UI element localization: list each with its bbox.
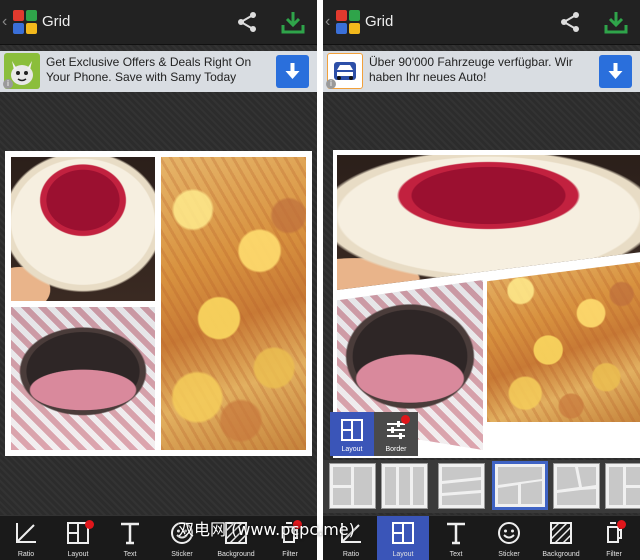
layout-thumbnail[interactable] [329,463,376,509]
tool-filter[interactable]: Filter [588,516,640,560]
right-screen: ‹ Grid i Über 90'000 Fahrzeuge verfügbar… [323,0,640,560]
layout-preview-icon [498,467,542,504]
photo-pineapple-pie[interactable] [161,157,306,450]
layout-thumbnail[interactable] [553,463,600,509]
grid-app-logo-icon [336,10,360,34]
tool-sticker[interactable]: Sticker [483,516,535,560]
layout-preview-icon [442,467,481,505]
layout-thumbnail-selected[interactable] [492,461,548,510]
ratio-icon [16,523,36,543]
layout-preview-icon [609,467,640,505]
watermark-text: 双电网 (www.pcpc.me) [178,520,355,539]
tool-layout-label: Layout [392,551,414,558]
ad-text: Über 90'000 Fahrzeuge verfügbar. Wir hab… [369,55,573,84]
text-icon [121,522,139,545]
ad-text: Get Exclusive Offers & Deals Right On Yo… [46,55,252,84]
app-title: Grid [42,13,71,30]
tool-layout[interactable]: Layout [377,516,429,560]
photo-cookie-jam[interactable] [11,157,155,301]
collage-canvas [5,151,312,456]
photo-pineapple-pie[interactable] [487,262,640,422]
layout-thumbnail-strip [323,460,640,513]
tool-background[interactable]: Background [535,516,587,560]
ad-info-icon[interactable]: i [3,79,13,89]
tool-layout-label: Layout [67,551,89,558]
tool-filter-label: Filter [606,551,622,558]
download-arrow-icon [608,63,623,79]
ad-banner[interactable]: i Über 90'000 Fahrzeuge verfügbar. Wir h… [323,51,640,92]
photo-chocolate-cake[interactable] [11,307,155,450]
sticker-icon [498,522,520,544]
download-icon[interactable] [603,9,629,35]
download-icon[interactable] [280,9,306,35]
bottom-toolbar: Ratio Layout Text Sticker Background Fil… [323,515,640,560]
tool-layout[interactable]: Layout [52,516,104,560]
app-title: Grid [365,13,394,30]
layout-icon [341,419,363,441]
tool-filter-label: Filter [282,551,298,558]
layout-thumbnail[interactable] [438,463,485,509]
tool-text-label: Text [449,551,463,558]
tool-text-label: Text [123,551,137,558]
layout-thumbnail[interactable] [605,463,640,509]
tool-text[interactable]: Text [104,516,156,560]
app-toolbar: ‹ Grid [0,0,317,45]
tool-ratio-label: Ratio [342,551,360,558]
back-chevron-icon[interactable]: ‹ [2,12,7,32]
tool-background-label: Background [217,551,255,558]
share-icon[interactable] [235,10,259,34]
layout-icon [392,522,414,544]
popup-border-label: Border [385,446,407,453]
popup-layout-button[interactable]: Layout [330,412,374,456]
tool-ratio-label: Ratio [17,551,35,558]
layout-preview-icon [385,467,424,505]
ad-download-button[interactable] [276,55,309,88]
grid-app-logo-icon [13,10,37,34]
left-screen: ‹ Grid i Get Exclusive Offers & Deals Ri… [0,0,317,560]
app-toolbar: ‹ Grid [323,0,640,45]
download-arrow-icon [285,63,300,79]
tool-ratio[interactable]: Ratio [0,516,52,560]
layout-preview-icon [333,467,372,505]
tool-background-label: Background [542,551,580,558]
background-icon [550,522,572,544]
ad-banner[interactable]: i Get Exclusive Offers & Deals Right On … [0,51,317,92]
layout-thumbnail[interactable] [381,463,428,509]
tool-text[interactable]: Text [430,516,482,560]
layout-border-popup: Layout Border [330,412,418,456]
back-chevron-icon[interactable]: ‹ [325,12,330,32]
ad-download-button[interactable] [599,55,632,88]
ad-info-icon[interactable]: i [326,79,336,89]
layout-preview-icon [557,467,596,505]
new-badge [401,415,410,424]
new-badge [85,520,94,529]
new-badge [617,520,626,529]
tool-sticker-label: Sticker [498,551,520,558]
tool-sticker-label: Sticker [171,551,193,558]
popup-border-button[interactable]: Border [374,412,418,456]
text-icon [447,522,465,545]
popup-layout-label: Layout [341,446,363,453]
share-icon[interactable] [558,10,582,34]
